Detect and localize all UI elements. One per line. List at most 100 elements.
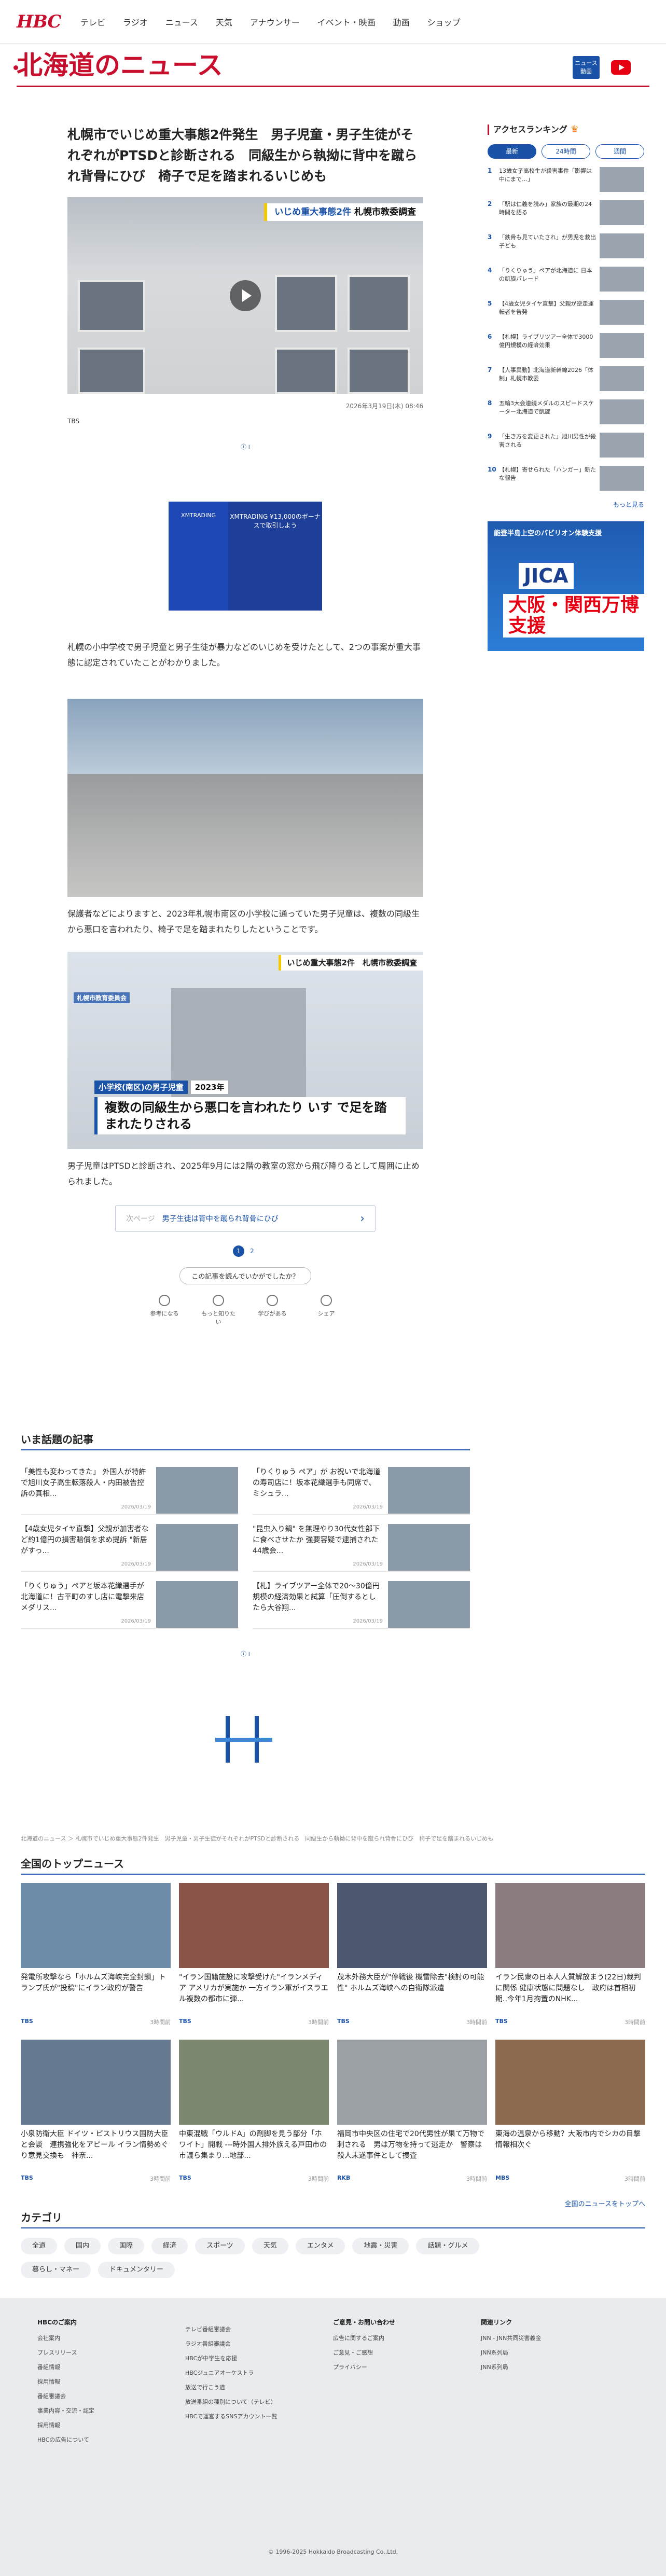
footer-link[interactable]: ラジオ番組審議会 [185,2339,333,2348]
ranking-item[interactable]: 2 「駅は仁義を読み」家族の最期の24時間を語る [488,200,644,225]
nav-weather[interactable]: 天気 [216,16,232,28]
footer-link[interactable]: 広告に関するご案内 [333,2334,481,2342]
news-video-badge[interactable]: ニュース 動画 [573,56,600,79]
ranking-item[interactable]: 4 「りくりゅう」ペアが北海道に 日本の凱旋パレード [488,267,644,292]
nav-radio[interactable]: ラジオ [123,16,148,28]
footer-link[interactable]: 会社案内 [37,2334,185,2342]
all-news-link[interactable]: 全国のニュースをトップへ [21,2198,645,2208]
national-card[interactable]: 茂木外務大臣が"停戦後 機雷除去"検討の可能性" ホルムズ海峡への自衛隊派遣 TB… [337,1883,487,2026]
breadcrumb[interactable]: 北海道のニュース ＞ 札幌市でいじめ重大事態2件発生 男子児童・男子生徒がそれぞ… [21,1834,645,1843]
ranking-item[interactable]: 6 【札幌】ライブリツアー全体で3000億円規模の経済効果 [488,333,644,358]
national-card[interactable]: 中東混戦「ウルドA」の剤脚を見う部分「ホワイト」開戦 ---時外国人排外族える戸… [179,2040,329,2183]
footer-link[interactable]: JNN系列局 [481,2363,629,2371]
feedback-label: もっと知りたい [201,1310,235,1325]
trending-item[interactable]: 「美性も変わってきた」 外国人が特許で旭川女子高生転落殺人・内田被告控訴の真相.… [21,1458,238,1515]
footer-link[interactable]: JNN - JNN共同災害義金 [481,2334,629,2342]
youtube-icon[interactable] [611,60,631,75]
ranking-more-link[interactable]: もっと見る [488,500,644,509]
ranking-item[interactable]: 9 「生き方を変更された」旭川男性が殺害される [488,433,644,458]
footer-link[interactable]: 採用情報 [37,2377,185,2386]
category-button[interactable]: ドキュメンタリー [98,2262,175,2278]
trending-item[interactable]: "昆虫入り鍋" を無理やり30代女性部下に食べさせたか 強要容疑で逮捕された44… [253,1515,470,1572]
nav-announcer[interactable]: アナウンサー [250,16,300,28]
article-main-photo[interactable]: いじめ重大事態2件 札幌市教委調査 [67,197,423,394]
footer-link[interactable]: プレスリリース [37,2348,185,2357]
play-icon[interactable] [230,280,261,311]
footer-link[interactable]: JNN系列局 [481,2348,629,2357]
national-time: 3時間前 [308,2019,329,2026]
ranking-item[interactable]: 7 【人事異動】北海道新幹線2026「体制」札幌市教委 [488,366,644,391]
category-button[interactable]: 経済 [151,2238,188,2254]
lightbulb-icon [159,1295,170,1306]
nav-video[interactable]: 動画 [393,16,410,28]
page-2[interactable]: 2 [246,1245,258,1257]
footer-link[interactable]: 事業内容・交流・認定 [37,2406,185,2415]
book-icon [267,1295,278,1306]
next-page-link[interactable]: 次ページ 男子生徒は背中を蹴られ背骨にひび [115,1205,376,1232]
trending-text-wrap: 「りくりゅう」ペアと坂本花織選手が北海道に！古平町のすし店に電撃来店メダリス..… [21,1581,151,1624]
footer-link[interactable]: テレビ番組審議会 [185,2325,333,2333]
footer-link[interactable]: ご意見・ご感想 [333,2348,481,2357]
category-button[interactable]: エンタメ [295,2238,345,2254]
footer-link[interactable]: 放送番組の種別について（テレビ） [185,2398,333,2406]
feedback-learn-button[interactable]: 学びがある [254,1295,290,1326]
nav-news[interactable]: ニュース [165,16,198,28]
feedback-helpful-button[interactable]: 参考になる [146,1295,183,1326]
ranking-item[interactable]: 5 【4歳女児タイヤ直撃】父親が逆走運転者を告発 [488,300,644,325]
footer-link[interactable]: HBCの広告について [37,2435,185,2444]
footer-link[interactable]: 番組審議会 [37,2392,185,2400]
footer-link[interactable]: 放送で行こう道 [185,2383,333,2391]
trending-item[interactable]: 【4歳女児タイヤ直撃】父親が加害者など約1億円の損害賠償を求め提訴 "新居がすっ… [21,1515,238,1572]
ranking-item[interactable]: 1 13歳女子高校生が殺害事件「影響は中にまで…」 [488,167,644,192]
ad-right: XMTRADING ¥13,000のボーナスで取引しよう [230,513,321,529]
footer-link[interactable]: HBCが中学生を応援 [185,2354,333,2362]
trending-item[interactable]: 「りくりゅう」ペアと坂本花織選手が北海道に！古平町のすし店に電撃来店メダリス..… [21,1572,238,1629]
nav-tv[interactable]: テレビ [80,16,105,28]
tab-latest[interactable]: 最新 [488,144,536,159]
hbc-logo[interactable]: HBC [17,11,62,32]
share-button[interactable]: シェア [308,1295,344,1326]
national-card[interactable]: イラン民衆の日本人人質解放まう(22日)裁判に関係 健康状態に問題なし 政府は首… [495,1883,645,2026]
ranking-item[interactable]: 8 五輪3大会連続メダルのスピードスケーター北海道で凱旋 [488,399,644,424]
tag-main: いじめ重大事態2件 [274,207,352,217]
nav-shop[interactable]: ショップ [427,16,461,28]
nav-event[interactable]: イベント・映画 [317,16,376,28]
footer-link[interactable]: プライバシー [333,2363,481,2371]
national-source: TBS [179,2018,191,2025]
article-photo-3: いじめ重大事態2件 札幌市教委調査 札幌市教育委員会 小学校(南区)の男子児童 … [67,952,423,1149]
tab-weekly[interactable]: 週間 [595,144,644,159]
trending-item[interactable]: 「りくりゅう ペア」が お祝いで北海道の寿司店に！坂本花織選手も同席で、ミシュラ… [253,1458,470,1515]
footer-heading: HBCのご案内 [37,2319,77,2326]
category-button[interactable]: スポーツ [195,2238,245,2254]
category-button[interactable]: 天気 [252,2238,288,2254]
trending-item[interactable]: 【札】ライブツアー全体で20～30億円規模の経済効果と試算「圧倒するとしたら大谷… [253,1572,470,1629]
footer-link[interactable]: HBCジュニアオーケストラ [185,2369,333,2377]
page-1[interactable]: 1 [233,1245,245,1257]
footer-link[interactable]: HBCで運営するSNSアカウント一覧 [185,2412,333,2420]
ad-info-icon[interactable]: ⓘ ⁞ [67,442,423,451]
ad-info-icon[interactable]: ⓘ ⁞ [21,1650,470,1658]
jica-banner[interactable]: 能登半島上空のパビリオン体験支援 JICA 大阪・関西万博支援 [488,521,644,651]
feedback-more-button[interactable]: もっと知りたい [200,1295,237,1326]
category-button[interactable]: 暮らし・マネー [21,2262,91,2278]
national-photo [495,1883,645,1968]
category-button[interactable]: 全道 [21,2238,58,2254]
national-card[interactable]: "イラン国籍施設に攻撃受けた"イランメディア アメリカが実施か 一方イラン軍がイ… [179,1883,329,2026]
category-button[interactable]: 国際 [108,2238,145,2254]
national-meta: TBS 3時間前 [21,2175,171,2183]
footer-link[interactable]: 番組情報 [37,2363,185,2371]
tab-24h[interactable]: 24時間 [542,144,590,159]
national-card[interactable]: 発電所攻撃なら「ホルムズ海峡完全封鎖」トランプ氏が"投稿"にイラン政府が警告 TB… [21,1883,171,2026]
national-card[interactable]: 小泉防衛大臣 ドイツ・ピストリウス国防大臣と会談 連携強化をアピール イラン情勢… [21,2040,171,2183]
advertisement[interactable]: XMTRADING XMTRADING ¥13,000のボーナスで取引しよう [169,502,322,611]
section-title[interactable]: 北海道のニュース [17,51,223,80]
category-button[interactable]: 地震・災害 [352,2238,409,2254]
article-source[interactable]: TBS [67,418,423,425]
national-card[interactable]: 東海の温泉から移動？大阪市内でシカの目撃情報相次ぐ MBS 3時間前 [495,2040,645,2183]
category-button[interactable]: 国内 [64,2238,101,2254]
footer-link[interactable]: 採用情報 [37,2421,185,2429]
category-button[interactable]: 話題・グルメ [416,2238,480,2254]
national-card[interactable]: 福岡市中央区の住宅で20代男性が果て万物で刺される 男は万物を持って逃走か 警察… [337,2040,487,2183]
ranking-item[interactable]: 3 「鉄骨も見ていたされ」が男児を救出 子ども [488,233,644,258]
ranking-item[interactable]: 10 【札幌】寄せられた「ハンガー」新たな報告 [488,466,644,491]
